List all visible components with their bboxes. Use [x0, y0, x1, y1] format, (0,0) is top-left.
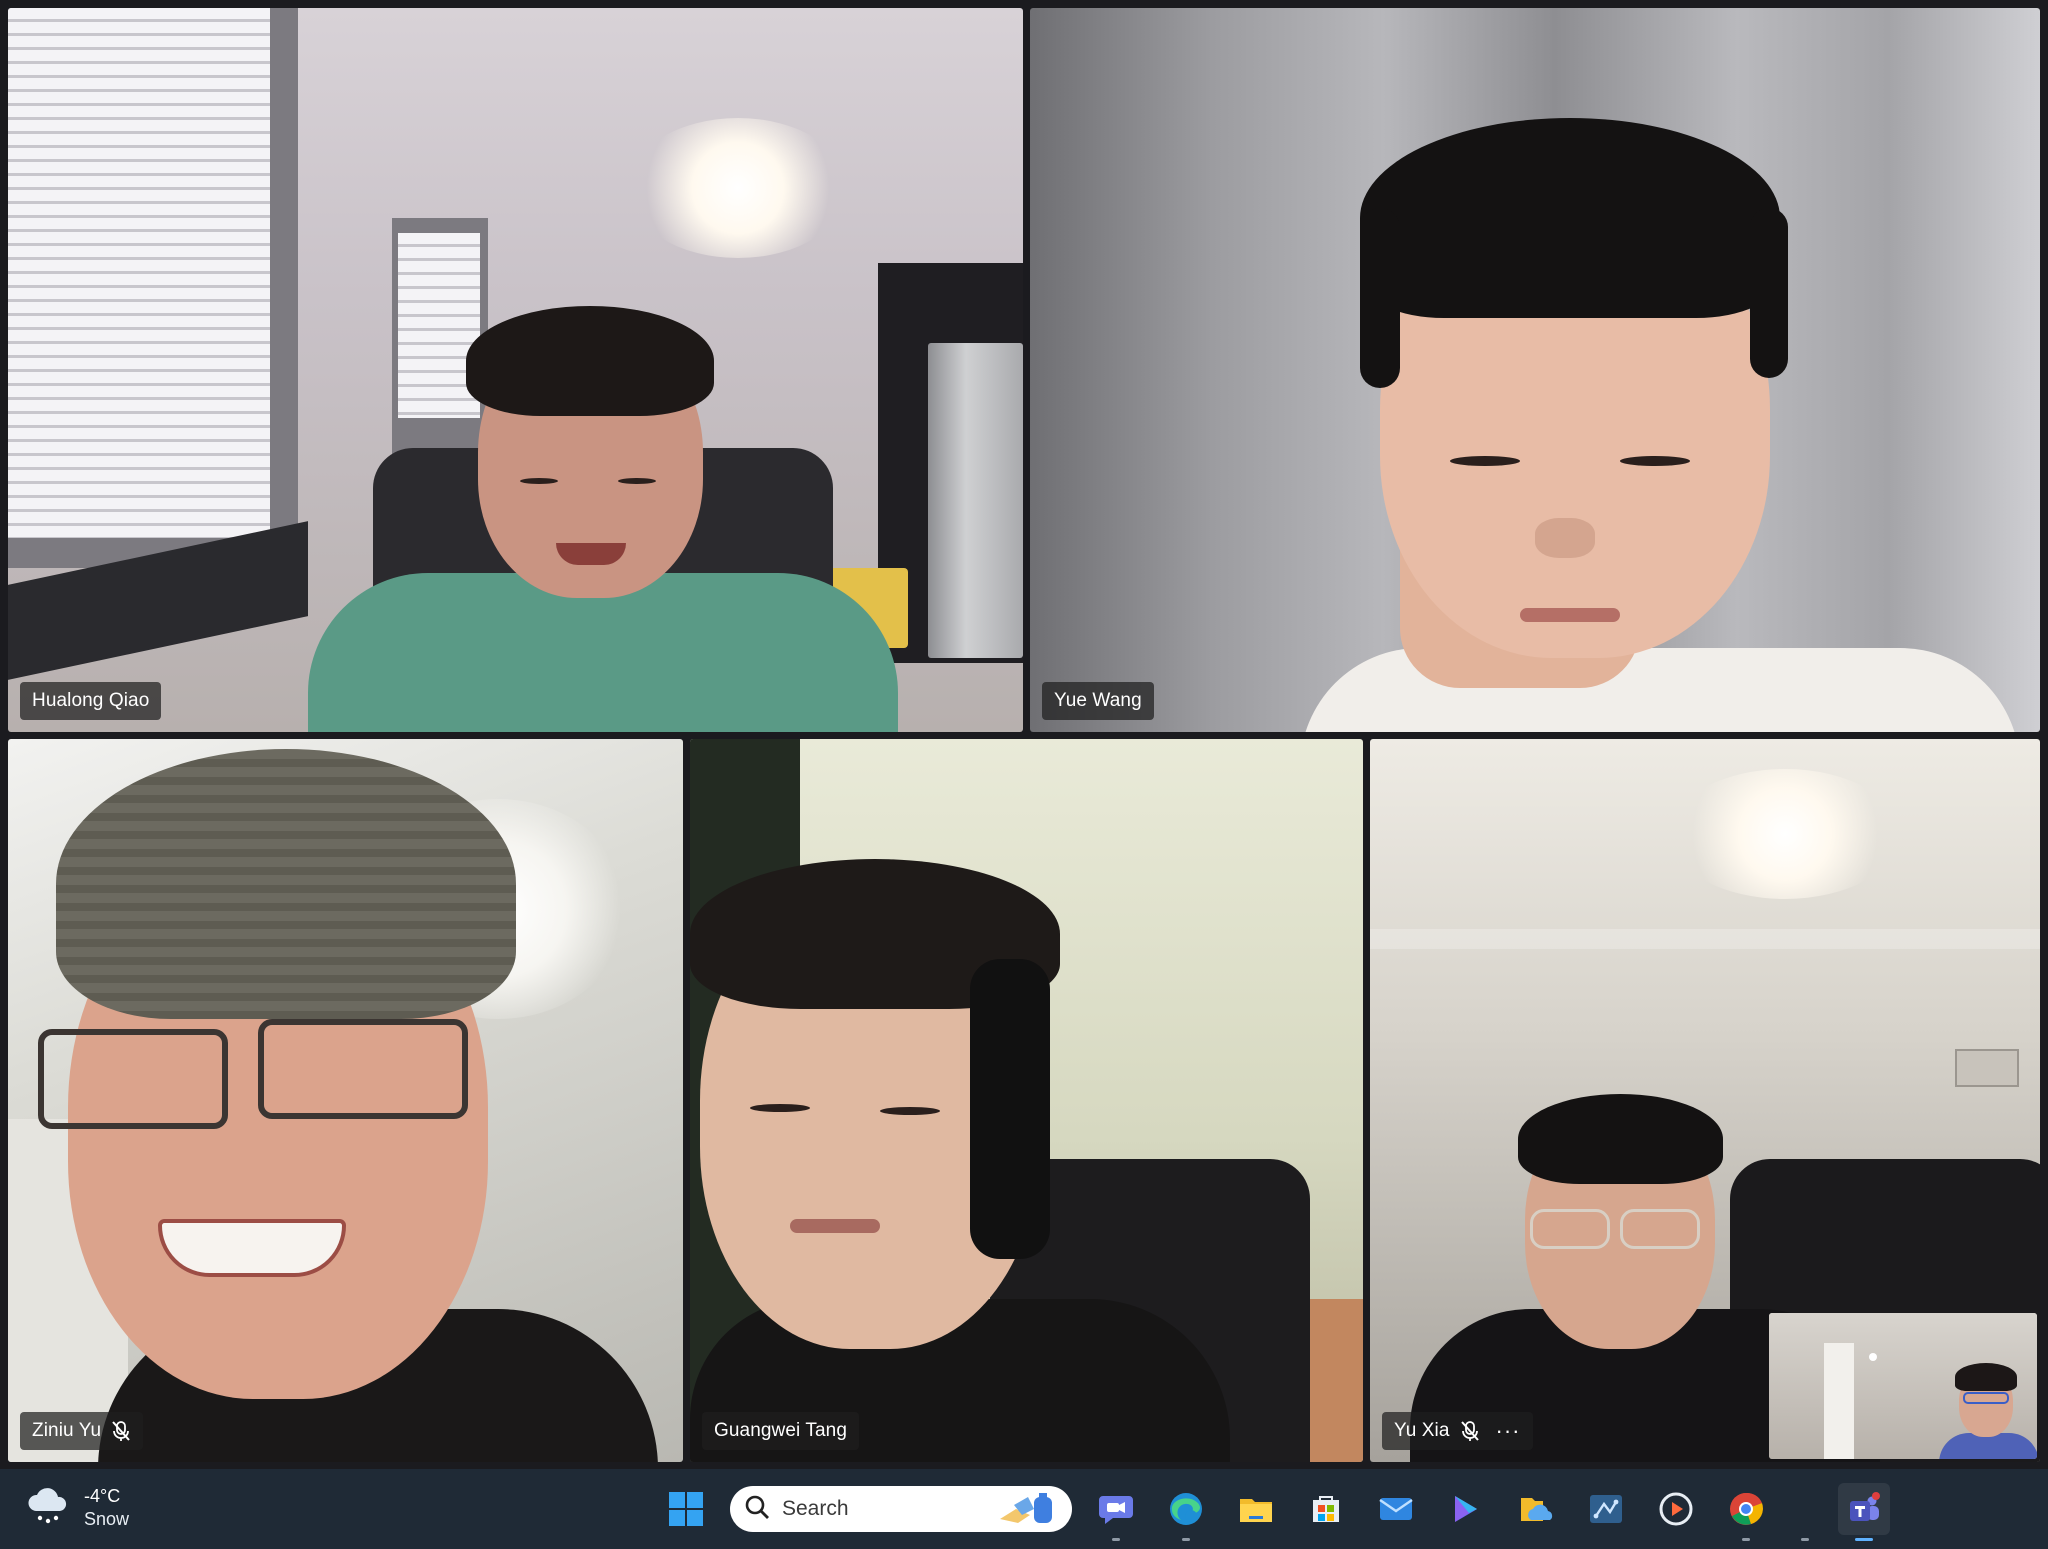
video-feed — [8, 8, 1023, 732]
video-feed — [690, 739, 1363, 1462]
ceiling-light — [628, 118, 848, 258]
participant-name-label: Guangwei Tang — [702, 1412, 859, 1450]
participant-name: Guangwei Tang — [714, 1420, 847, 1441]
onedrive-folder-icon — [1521, 1498, 1553, 1521]
running-indicator — [1112, 1538, 1120, 1541]
video-feed — [8, 739, 683, 1462]
chrome-browser-button[interactable] — [1720, 1483, 1772, 1541]
onedrive-app-button[interactable] — [1510, 1483, 1562, 1535]
video-feed — [1030, 8, 2040, 732]
file-explorer-button[interactable] — [1230, 1483, 1282, 1535]
copilot-app-button[interactable] — [1440, 1483, 1492, 1535]
start-button[interactable] — [660, 1483, 712, 1535]
video-tile-yu-xia[interactable]: Yu Xia ··· — [1370, 739, 2040, 1462]
folder-icon — [1240, 1499, 1272, 1522]
running-indicator — [1801, 1538, 1809, 1541]
copilot-icon — [1455, 1496, 1477, 1522]
participant-name-label: Hualong Qiao — [20, 682, 162, 720]
mic-muted-icon — [111, 1420, 131, 1442]
beanie — [56, 749, 516, 1019]
headphones — [970, 959, 1050, 1259]
weather-temperature: -4°C — [84, 1486, 121, 1506]
teams-icon — [1850, 1492, 1880, 1521]
video-tile-hualong-qiao[interactable]: Hualong Qiao — [8, 8, 1023, 732]
running-indicator — [1182, 1538, 1190, 1541]
video-tile-guangwei-tang[interactable]: Guangwei Tang — [690, 739, 1363, 1462]
media-player-button[interactable] — [1650, 1483, 1702, 1535]
self-view-tile[interactable] — [1769, 1313, 2037, 1459]
participant-name: Yue Wang — [1054, 690, 1142, 711]
weather-condition: Snow — [84, 1508, 130, 1529]
teams-app-button[interactable] — [1838, 1483, 1890, 1541]
participant-name-label: Ziniu Yu — [20, 1412, 144, 1450]
refrigerator — [928, 343, 1023, 658]
weather-widget[interactable]: -4°C Snow — [26, 1485, 129, 1530]
chrome-icon — [1730, 1492, 1763, 1525]
visio-app-button[interactable] — [1580, 1483, 1632, 1535]
meeting-window: Hualong Qiao Yue Wang Ziniu Yu Guangwei … — [0, 0, 2048, 1549]
running-indicator — [1855, 1538, 1873, 1541]
diagram-icon — [1590, 1495, 1622, 1523]
participant-name: Ziniu Yu — [32, 1420, 102, 1441]
edge-browser-button[interactable] — [1160, 1483, 1212, 1541]
video-camera-icon — [1099, 1496, 1133, 1524]
mic-muted-icon — [1460, 1420, 1480, 1442]
mail-app-button[interactable] — [1370, 1483, 1422, 1535]
running-indicator — [1742, 1538, 1750, 1541]
participant-name-label: Yu Xia ··· — [1382, 1412, 1533, 1450]
taskbar-search-box[interactable]: Search — [730, 1486, 1072, 1532]
microsoft-store-button[interactable] — [1300, 1483, 1352, 1535]
video-tile-yue-wang[interactable]: Yue Wang — [1030, 8, 2040, 732]
participant-name-label: Yue Wang — [1042, 682, 1154, 720]
window-blinds — [8, 8, 270, 538]
more-options-button[interactable]: ··· — [1490, 1420, 1521, 1442]
meet-app-button[interactable] — [1090, 1483, 1142, 1541]
search-highlight-icon — [994, 1489, 1058, 1529]
participant-name: Hualong Qiao — [32, 690, 150, 711]
mail-icon — [1379, 1498, 1413, 1520]
store-icon — [1313, 1496, 1339, 1522]
video-tile-ziniu-yu[interactable]: Ziniu Yu — [8, 739, 683, 1462]
participant-name: Yu Xia — [1394, 1420, 1450, 1441]
taskbar-center: Search — [660, 1483, 1890, 1541]
windows-logo-icon — [669, 1492, 703, 1526]
search-label: Search — [782, 1497, 849, 1520]
spacer-slot — [1790, 1483, 1820, 1541]
taskbar: -4°C Snow Search — [0, 1469, 2048, 1549]
edge-icon — [1170, 1493, 1202, 1525]
cloud-snow-icon — [26, 1485, 70, 1530]
play-icon — [1659, 1492, 1693, 1526]
search-icon — [744, 1494, 770, 1525]
